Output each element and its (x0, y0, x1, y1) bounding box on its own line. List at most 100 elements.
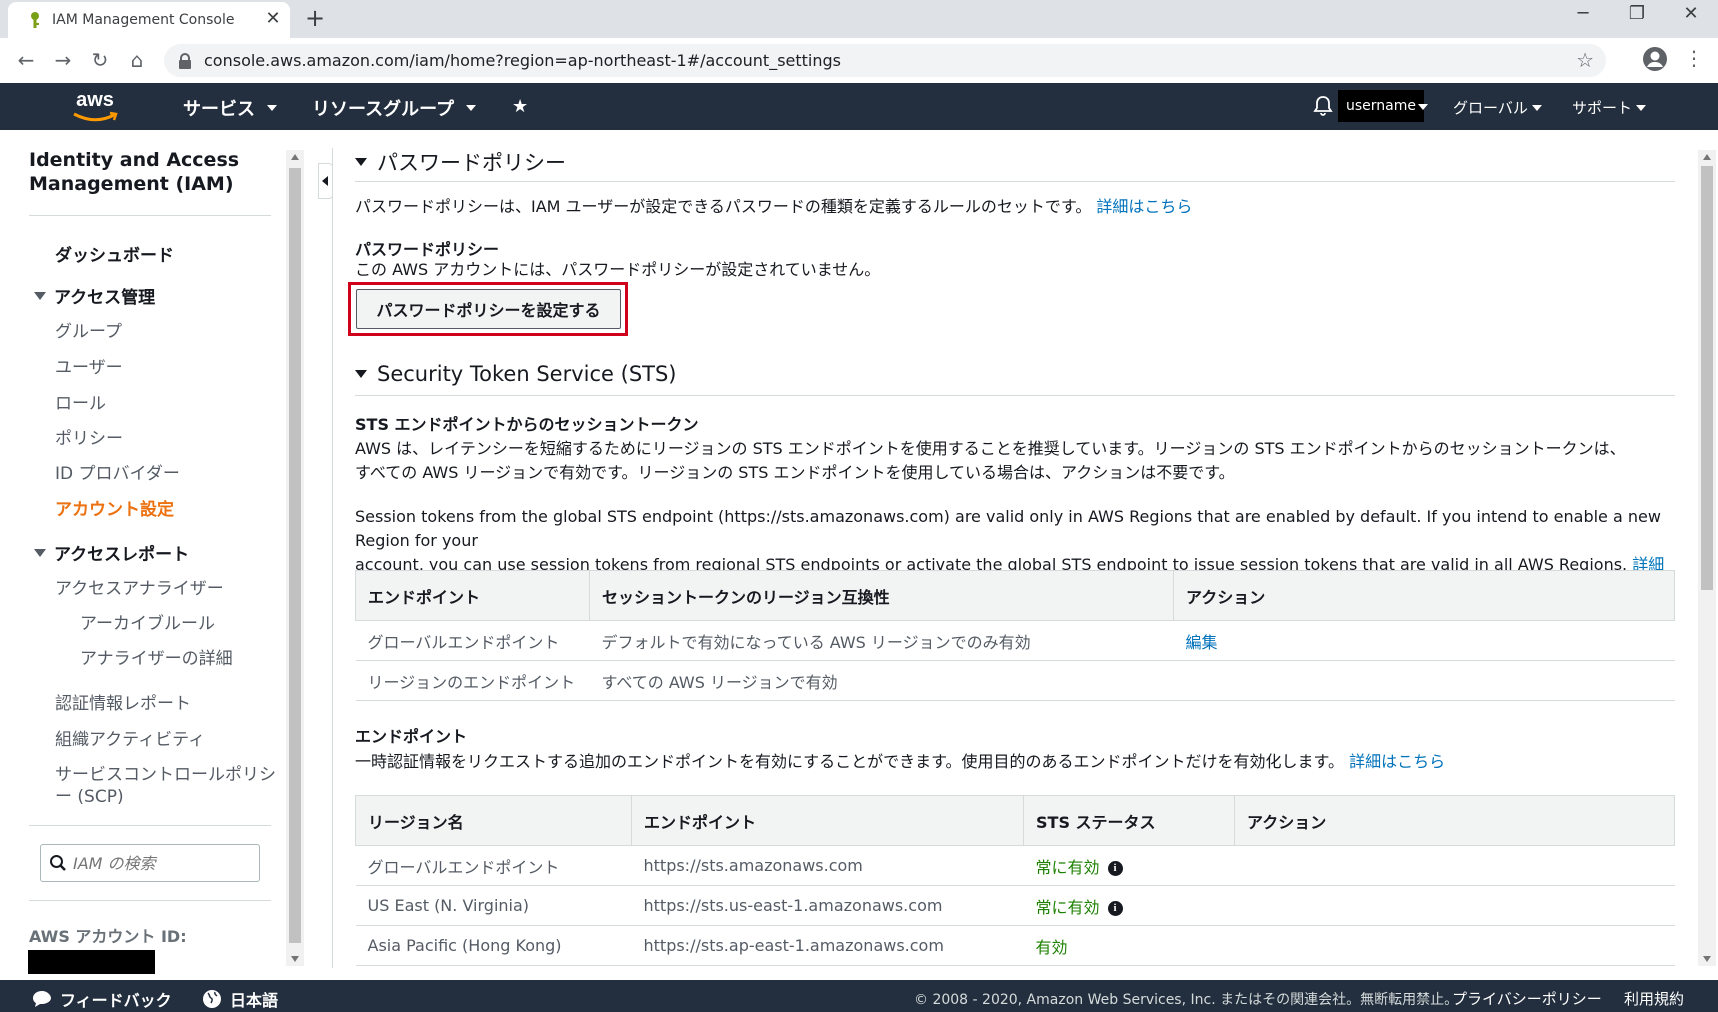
scroll-up-icon[interactable] (1703, 154, 1711, 160)
sts-description-ja: AWS は、レイテンシーを短縮するためにリージョンの STS エンドポイントを使… (355, 439, 1626, 482)
scroll-up-icon[interactable] (291, 154, 299, 160)
resource-groups-menu[interactable]: リソースグループ (312, 95, 477, 121)
table-row: グローバルエンドポイント https://sts.amazonaws.com 常… (355, 845, 1675, 886)
sts-header[interactable]: Security Token Service (STS) (355, 362, 677, 386)
speech-bubble-icon (33, 991, 51, 1007)
tab-close-icon[interactable]: ✕ (262, 8, 284, 29)
iam-search-input[interactable] (73, 851, 253, 875)
section-title: Security Token Service (STS) (377, 362, 677, 386)
sidebar-item-credential-report[interactable]: 認証情報レポート (55, 689, 191, 714)
scrollbar-thumb[interactable] (1701, 166, 1713, 590)
close-window-button[interactable]: ✕ (1676, 3, 1706, 24)
section-divider (355, 395, 1675, 396)
scroll-down-icon[interactable] (1703, 956, 1711, 962)
username-menu[interactable]: username (1338, 90, 1424, 122)
column-header[interactable]: STS ステータス (1023, 795, 1235, 846)
region-label: グローバル (1453, 99, 1528, 117)
sidebar-item-account-settings[interactable]: アカウント設定 (55, 495, 174, 520)
account-id-label: AWS アカウント ID: (29, 927, 187, 946)
maximize-button[interactable]: ❐ (1622, 3, 1652, 24)
main-content: パスワードポリシー パスワードポリシーは、IAM ユーザーが設定できるパスワード… (348, 130, 1675, 980)
sidebar-item-archive-rules[interactable]: アーカイブルール (80, 609, 215, 634)
forward-icon[interactable]: → (49, 46, 77, 74)
set-password-policy-button[interactable]: パスワードポリシーを設定する (356, 289, 621, 329)
globe-icon (203, 990, 221, 1008)
edit-link[interactable]: 編集 (1186, 633, 1218, 652)
sidebar: Identity and Access Management (IAM) ダッシ… (0, 130, 286, 980)
sidebar-section-access-reports[interactable]: アクセスレポート (34, 540, 189, 565)
profile-icon[interactable] (1642, 46, 1668, 72)
password-policy-header[interactable]: パスワードポリシー (355, 147, 566, 177)
sidebar-scrollbar[interactable] (286, 150, 304, 966)
bell-icon[interactable] (1313, 95, 1333, 117)
learn-more-link[interactable]: 詳細はこちら (1096, 197, 1192, 216)
browser-toolbar: ← → ↻ ⌂ console.aws.amazon.com/iam/home?… (0, 38, 1718, 83)
url-text: console.aws.amazon.com/iam/home?region=a… (204, 51, 842, 70)
column-header[interactable]: セッショントークンのリージョン互換性 (589, 570, 1174, 621)
sidebar-item-dashboard[interactable]: ダッシュボード (55, 241, 174, 266)
sidebar-item-groups[interactable]: グループ (55, 317, 122, 342)
minimize-button[interactable]: ─ (1568, 3, 1598, 24)
sidebar-search[interactable] (40, 844, 260, 882)
support-menu[interactable]: サポート (1572, 97, 1647, 118)
browser-menu-icon[interactable]: ⋮ (1684, 46, 1704, 70)
status-text: 有効 (1035, 937, 1068, 957)
section-label: アクセス管理 (54, 288, 156, 308)
new-tab-button[interactable]: + (305, 4, 325, 32)
sidebar-item-org-activity[interactable]: 組織アクティビティ (55, 725, 205, 750)
resource-groups-label: リソースグループ (312, 99, 455, 120)
table-row: US East (N. Virginia) https://sts.us-eas… (355, 885, 1675, 926)
chevron-left-icon (322, 176, 328, 186)
column-header[interactable]: アクション (1173, 570, 1675, 621)
chevron-down-icon (1636, 104, 1647, 111)
info-icon[interactable]: i (1107, 860, 1123, 876)
learn-more-link[interactable]: 詳細はこちら (1349, 752, 1445, 771)
aws-logo[interactable]: aws (70, 89, 120, 125)
sidebar-section-access-management[interactable]: アクセス管理 (34, 283, 155, 308)
pin-icon[interactable]: ★ (512, 96, 528, 117)
sidebar-divider (29, 900, 271, 901)
sidebar-item-id-providers[interactable]: ID プロバイダー (55, 459, 180, 484)
sts-subheading: STS エンドポイントからのセッショントークン (355, 415, 699, 434)
terms-link[interactable]: 利用規約 (1624, 988, 1684, 1009)
column-header[interactable]: アクション (1234, 795, 1675, 846)
scrollbar-thumb[interactable] (289, 168, 301, 943)
action-cell (1234, 885, 1675, 926)
sidebar-item-roles[interactable]: ロール (55, 389, 106, 414)
sidebar-item-analyzer-details[interactable]: アナライザーの詳細 (80, 644, 233, 669)
sidebar-item-policies[interactable]: ポリシー (55, 424, 123, 449)
column-header[interactable]: リージョン名 (355, 795, 632, 846)
reload-icon[interactable]: ↻ (86, 46, 114, 74)
language-button[interactable]: 日本語 (202, 987, 278, 1011)
feedback-button[interactable]: フィードバック (32, 987, 172, 1011)
bookmark-star-icon[interactable]: ☆ (1576, 48, 1594, 72)
endpoint-cell: https://sts.us-east-1.amazonaws.com (631, 885, 1024, 926)
address-bar[interactable]: console.aws.amazon.com/iam/home?region=a… (164, 44, 1606, 77)
section-label: アクセスレポート (54, 545, 190, 565)
back-icon[interactable]: ← (12, 46, 40, 74)
table-row: Asia Pacific (Hong Kong) https://sts.ap-… (355, 925, 1675, 966)
privacy-policy-link[interactable]: プライバシーポリシー (1452, 988, 1602, 1009)
browser-tab[interactable]: IAM Management Console ✕ (8, 2, 290, 38)
language-label: 日本語 (230, 991, 279, 1010)
sidebar-item-users[interactable]: ユーザー (55, 353, 123, 378)
sidebar-divider (29, 215, 271, 216)
endpoint-cell: グローバルエンドポイント (355, 620, 590, 661)
aws-top-nav: aws サービス リソースグループ ★ username グローバル サポート (0, 83, 1718, 130)
info-icon[interactable]: i (1107, 900, 1123, 916)
column-header[interactable]: エンドポイント (355, 570, 590, 621)
home-icon[interactable]: ⌂ (123, 46, 151, 74)
services-label: サービス (183, 99, 255, 120)
action-cell (1234, 845, 1675, 886)
sidebar-title[interactable]: Identity and Access Management (IAM) (29, 148, 269, 196)
region-menu[interactable]: グローバル (1453, 97, 1542, 118)
feedback-label: フィードバック (60, 991, 172, 1010)
collapse-sidebar-button[interactable] (318, 163, 333, 199)
scroll-down-icon[interactable] (291, 956, 299, 962)
main-scrollbar[interactable] (1698, 150, 1716, 966)
endpoints-heading: エンドポイント (355, 727, 468, 746)
sidebar-item-access-analyzer[interactable]: アクセスアナライザー (55, 574, 224, 599)
column-header[interactable]: エンドポイント (631, 795, 1024, 846)
services-menu[interactable]: サービス (183, 95, 277, 121)
sidebar-item-scp-cont[interactable]: ー (SCP) (55, 782, 124, 807)
